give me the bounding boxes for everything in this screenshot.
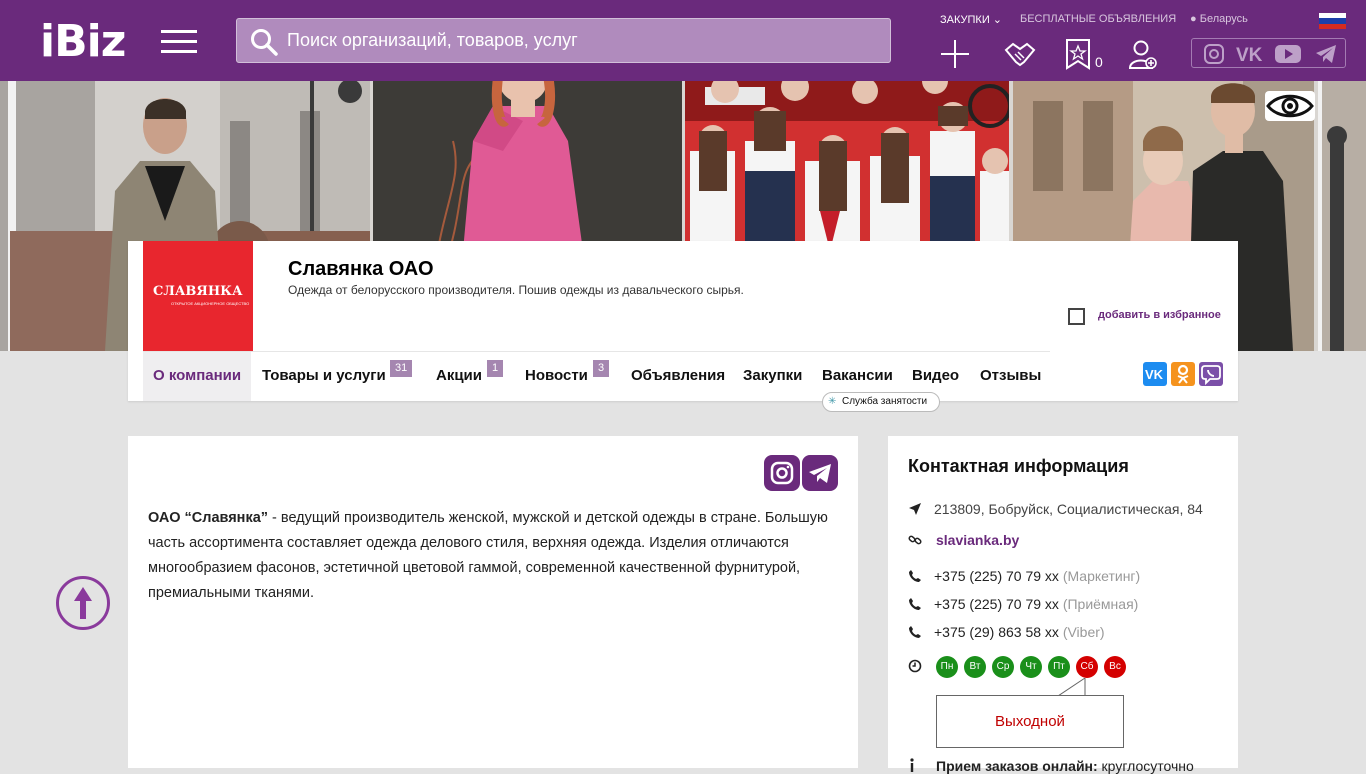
clock-icon: [908, 659, 922, 673]
contact-section: Контактная информация 213809, Бобруйск, …: [888, 436, 1238, 774]
eye-icon[interactable]: [1265, 91, 1315, 121]
day-badge: Сб: [1076, 656, 1098, 678]
search-icon[interactable]: [249, 27, 279, 57]
phone-icon: [909, 626, 921, 638]
about-text: ОАО “Славянка” - ведущий производитель ж…: [148, 510, 828, 601]
handshake-icon[interactable]: [1004, 38, 1036, 70]
tab-promotions[interactable]: Акции 1: [436, 352, 504, 401]
region-selector[interactable]: ● Беларусь: [1190, 13, 1248, 25]
day-badge: Вс: [1104, 656, 1126, 678]
company-logo[interactable]: СЛАВЯНКА ОТКРЫТОЕ АКЦИОНЕРНОЕ ОБЩЕСТВО: [143, 241, 253, 351]
bubble-pointer: [1058, 678, 1086, 696]
nav-purchases[interactable]: ЗАКУПКИ ⌄: [940, 13, 1002, 26]
tab-about[interactable]: О компании: [143, 352, 252, 401]
promotions-count-badge: 1: [487, 360, 504, 377]
phone-icon: [909, 598, 921, 610]
add-favorite-link[interactable]: добавить в избранное: [1098, 309, 1221, 321]
day-badge: Чт: [1020, 656, 1042, 678]
favorites-count: 0: [1095, 54, 1103, 70]
day-badge: Пт: [1048, 656, 1070, 678]
search-box[interactable]: [236, 18, 891, 63]
banner-photo-edge: [1318, 81, 1366, 351]
telegram-icon[interactable]: [802, 455, 838, 491]
tab-news[interactable]: Новости 3: [525, 352, 610, 401]
location-pin-icon: ●: [1190, 13, 1197, 25]
news-count-badge: 3: [593, 360, 610, 377]
online-orders: Прием заказов онлайн: круглосуточно: [936, 758, 1194, 774]
tab-ads[interactable]: Объявления: [631, 352, 725, 401]
website-link[interactable]: slavianka.by: [936, 532, 1019, 548]
vk-icon[interactable]: VK: [1235, 44, 1265, 64]
vk-share-icon[interactable]: VK: [1143, 362, 1167, 386]
instagram-icon[interactable]: [764, 455, 800, 491]
odnoklassniki-share-icon[interactable]: [1171, 362, 1195, 386]
products-count-badge: 31: [390, 360, 413, 377]
day-badge: Ср: [992, 656, 1014, 678]
add-user-icon[interactable]: [1127, 38, 1159, 70]
snowflake-icon: ✳: [828, 396, 837, 407]
company-description: Одежда от белорусского производителя. По…: [288, 283, 744, 297]
about-section: ОАО “Славянка” - ведущий производитель ж…: [128, 436, 858, 768]
day-badge: Вт: [964, 656, 986, 678]
top-bar: iBiz ЗАКУПКИ ⌄ БЕСПЛАТНЫЕ ОБЪЯВЛЕНИЯ ● Б…: [0, 0, 1366, 81]
company-card: СЛАВЯНКА ОТКРЫТОЕ АКЦИОНЕРНОЕ ОБЩЕСТВО С…: [128, 241, 1238, 401]
info-icon: [910, 758, 914, 772]
chevron-down-icon: ⌄: [992, 14, 1003, 26]
youtube-icon[interactable]: [1275, 44, 1301, 64]
nav-free-ads[interactable]: БЕСПЛАТНЫЕ ОБЪЯВЛЕНИЯ: [1020, 13, 1176, 25]
russian-flag-icon[interactable]: [1319, 13, 1346, 29]
favorite-checkbox[interactable]: [1068, 308, 1085, 325]
instagram-icon[interactable]: [1203, 44, 1225, 64]
tab-reviews[interactable]: Отзывы: [980, 352, 1041, 401]
location-arrow-icon: [909, 503, 921, 515]
ibiz-logo[interactable]: iBiz: [40, 20, 126, 64]
day-badge: Пн: [936, 656, 958, 678]
svg-text:VK: VK: [1145, 367, 1164, 382]
employment-service-tooltip[interactable]: ✳ Служба занятости: [822, 392, 940, 412]
tab-purchases[interactable]: Закупки: [743, 352, 802, 401]
menu-icon[interactable]: [161, 30, 197, 54]
svg-text:VK: VK: [1236, 45, 1263, 64]
viber-share-icon[interactable]: [1199, 362, 1223, 386]
tab-products[interactable]: Товары и услуги 31: [262, 352, 413, 401]
scroll-to-top-icon[interactable]: [56, 576, 110, 630]
telegram-icon[interactable]: [1315, 44, 1337, 64]
day-status-bubble: Выходной: [936, 695, 1124, 748]
search-input[interactable]: [287, 19, 877, 62]
social-links: VK: [1191, 38, 1346, 68]
phone-icon: [909, 570, 921, 582]
plus-icon[interactable]: [939, 38, 971, 70]
contact-title: Контактная информация: [908, 456, 1129, 476]
favorites-star-icon[interactable]: [1062, 38, 1094, 70]
company-name: Славянка ОАО: [288, 258, 434, 280]
link-icon: [908, 535, 922, 545]
